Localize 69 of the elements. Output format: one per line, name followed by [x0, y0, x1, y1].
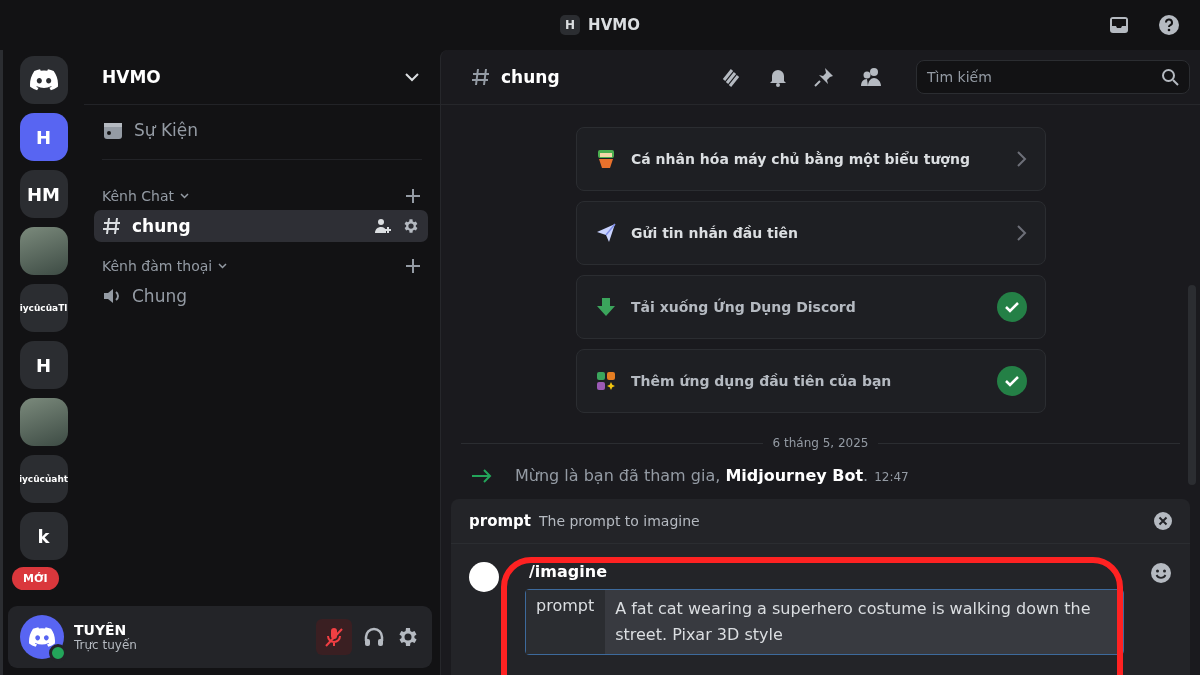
checklist-card[interactable]: Thêm ứng dụng đầu tiên của bạn [576, 349, 1046, 413]
checklist-text: Cá nhân hóa máy chủ bằng một biểu tượng [631, 151, 971, 167]
photo-placeholder[interactable] [19, 398, 68, 446]
plus-icon[interactable] [406, 259, 420, 273]
server-icon[interactable]: iycûcûaTl [19, 284, 68, 332]
events-label[interactable]: Sự Kiện [134, 120, 199, 140]
user-status: Trực tuyến [74, 638, 137, 652]
apps-icon [595, 370, 617, 392]
system-message: Mừng là bạn đã tham gia, Midjourney Bot. [515, 466, 869, 485]
date-divider: 6 tháng 5, 2025 [772, 436, 869, 450]
hash-icon [471, 67, 491, 87]
chevron-down-icon[interactable] [218, 263, 228, 269]
search-field[interactable]: Tìm kiếm [916, 60, 1190, 94]
paint-bucket-icon [595, 148, 617, 170]
field-label: prompt [526, 590, 605, 654]
add-member-icon[interactable] [374, 217, 392, 235]
hash-icon [102, 216, 122, 236]
help-icon[interactable] [1158, 14, 1180, 36]
down-arrow-icon [595, 296, 617, 318]
discord-logo-icon [29, 69, 58, 91]
server-name[interactable]: HVMO [102, 67, 161, 87]
microphone-icon [323, 626, 345, 648]
settings-icon[interactable] [402, 217, 420, 235]
prompt-field[interactable]: prompt A fat cat wearing a superhero costume is walking down the street. Pixar 3D style [525, 589, 1124, 655]
server-icon[interactable]: H [19, 113, 68, 161]
members-icon[interactable] [860, 67, 882, 87]
paper-plane-icon [595, 222, 617, 244]
user-name: TUYÊN [74, 622, 128, 638]
server-icon[interactable]: H [19, 341, 68, 389]
channel-item[interactable]: Chung [94, 280, 428, 312]
threads-icon[interactable] [720, 66, 742, 88]
checklist-text: Thêm ứng dụng đầu tiên của bạn [631, 373, 893, 389]
arrow-right-icon [471, 467, 493, 484]
chevron-down-icon[interactable] [180, 193, 189, 199]
option-description: The prompt to imagine [539, 513, 701, 529]
user-avatar[interactable] [20, 615, 64, 659]
speaker-icon [102, 286, 122, 306]
photo-placeholder[interactable] [19, 227, 68, 275]
server-initial: H [560, 15, 581, 35]
discord-logo-icon [29, 627, 55, 647]
inbox-icon[interactable] [1108, 14, 1130, 36]
server-icon[interactable]: iycûcủaht [19, 455, 68, 503]
server-icon[interactable]: HM [19, 170, 68, 218]
server-icon[interactable]: k [19, 512, 68, 560]
close-icon[interactable] [1154, 512, 1172, 530]
bell-icon[interactable] [768, 67, 788, 87]
bot-avatar [469, 562, 499, 592]
checklist-card[interactable]: Tải xuống Ứng Dụng Discord [576, 275, 1046, 339]
field-value: A fat cat wearing a superhero costume is walking down the street. Pixar 3D style [604, 590, 1123, 654]
home-button[interactable] [19, 56, 68, 104]
channel-item[interactable]: chung [94, 210, 428, 242]
category-label[interactable]: Kênh đàm thoại [102, 258, 213, 274]
checklist-text: Tải xuống Ứng Dụng Discord [631, 299, 857, 315]
command-name: /imagine [529, 562, 607, 581]
headphones-icon[interactable] [362, 625, 386, 649]
emoji-icon[interactable] [1150, 562, 1172, 584]
window-title: HVMO [588, 16, 640, 34]
timestamp: 12:47 [874, 470, 909, 484]
checklist-card[interactable]: Gửi tin nhắn đầu tiên [576, 201, 1046, 265]
new-badge: MỚI [12, 567, 59, 590]
search-icon [1161, 68, 1179, 86]
checklist-card[interactable]: Cá nhân hóa máy chủ bằng một biểu tượng [576, 127, 1046, 191]
channel-title: chung [501, 67, 561, 87]
plus-icon[interactable] [406, 189, 420, 203]
microphone-button[interactable] [316, 619, 352, 655]
category-label[interactable]: Kênh Chat [102, 188, 174, 204]
option-name: prompt [469, 512, 531, 530]
checklist-text: Gửi tin nhắn đầu tiên [631, 225, 799, 241]
pin-icon[interactable] [814, 67, 834, 87]
